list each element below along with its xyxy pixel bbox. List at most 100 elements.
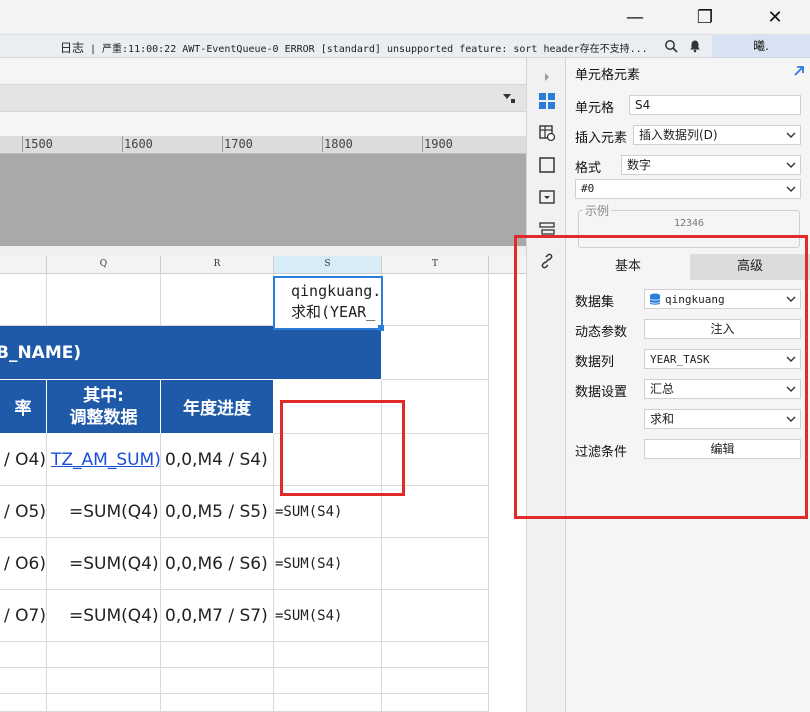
- formula-cell[interactable]: =SUM(S4): [274, 538, 382, 590]
- formula-cell-link[interactable]: TZ_AM_SUM): [47, 434, 161, 486]
- inject-button[interactable]: 注入: [644, 319, 801, 339]
- grid-cell[interactable]: [382, 668, 489, 694]
- minimize-button[interactable]: —: [612, 0, 658, 34]
- selected-cell-s4[interactable]: qingkuang. 求和(YEAR_: [273, 276, 383, 330]
- grid-cell[interactable]: [382, 590, 489, 642]
- dataset-select[interactable]: qingkuang: [644, 289, 801, 309]
- grid-cell[interactable]: [0, 274, 47, 326]
- grid-cell[interactable]: [382, 538, 489, 590]
- expand-arrow-icon[interactable]: [538, 68, 556, 86]
- example-box: 示例 12346: [578, 202, 800, 248]
- ruler-label: 1500: [24, 137, 53, 151]
- data-column-select[interactable]: YEAR_TASK: [644, 349, 801, 369]
- header-cell-q[interactable]: 其中: 调整数据: [47, 380, 161, 434]
- cell-attribute-icon[interactable]: [538, 124, 556, 142]
- formula-cell[interactable]: 0,0,M5 / S5): [161, 486, 274, 538]
- report-title-cell[interactable]: B_NAME): [0, 326, 382, 380]
- formula-cell[interactable]: / O7): [0, 590, 47, 642]
- grid-cell[interactable]: [0, 642, 47, 668]
- grid-cell[interactable]: [382, 486, 489, 538]
- data-setting-select[interactable]: 汇总: [644, 379, 801, 399]
- formula-cell[interactable]: 0,0,M4 / S4): [161, 434, 274, 486]
- dataset-label: 数据集: [575, 295, 615, 310]
- formula-cell[interactable]: / O6): [0, 538, 47, 590]
- widget-icon[interactable]: [538, 188, 556, 206]
- column-header-q[interactable]: Q: [47, 256, 161, 273]
- formula-cell[interactable]: 0,0,M6 / S6): [161, 538, 274, 590]
- grid-cell[interactable]: [161, 694, 274, 712]
- ruler-label: 1600: [124, 137, 153, 151]
- header-cell-p[interactable]: 率: [0, 380, 47, 434]
- log-label[interactable]: 日志: [60, 39, 84, 56]
- search-icon[interactable]: [664, 39, 678, 53]
- grid-cell[interactable]: [161, 668, 274, 694]
- header-cell-r[interactable]: 年度进度: [161, 380, 274, 434]
- insert-element-select[interactable]: 插入数据列(D): [633, 125, 801, 145]
- tab-advanced[interactable]: 高级: [690, 254, 810, 280]
- grid-cell[interactable]: [274, 380, 382, 434]
- grid-cell[interactable]: [47, 694, 161, 712]
- chevron-down-icon: [786, 162, 796, 168]
- grid-cell[interactable]: [382, 380, 489, 434]
- condition-icon[interactable]: [538, 220, 556, 238]
- grid-cell[interactable]: [161, 274, 274, 326]
- grid-cell[interactable]: [382, 642, 489, 668]
- formula-cell[interactable]: / O5): [0, 486, 47, 538]
- formula-cell[interactable]: =SUM(Q4): [47, 590, 161, 642]
- cell-name-input[interactable]: S4: [629, 95, 801, 115]
- grid-cell[interactable]: [47, 274, 161, 326]
- formula-cell[interactable]: =SUM(S4): [274, 590, 382, 642]
- grid-cell[interactable]: [47, 642, 161, 668]
- filter-label: 过滤条件: [575, 445, 628, 460]
- grid-cell[interactable]: [382, 326, 489, 380]
- chevron-down-icon: [786, 186, 796, 192]
- ruler-tick: [122, 136, 123, 152]
- grid-cell[interactable]: [274, 694, 382, 712]
- formula-cell[interactable]: / O4): [0, 434, 47, 486]
- maximize-button[interactable]: ❐: [682, 0, 728, 34]
- close-button[interactable]: ✕: [752, 0, 798, 34]
- ruler-label: 1900: [424, 137, 453, 151]
- formula-cell[interactable]: 0,0,M7 / S7): [161, 590, 274, 642]
- style-icon[interactable]: [538, 156, 556, 174]
- grid-cell[interactable]: [47, 668, 161, 694]
- toolbar-dropdown-icon[interactable]: [502, 91, 516, 105]
- formula-cell[interactable]: =SUM(Q4): [47, 538, 161, 590]
- column-header-t[interactable]: T: [382, 256, 489, 273]
- chevron-down-icon: [786, 386, 796, 392]
- example-label: 示例: [583, 202, 612, 219]
- fill-handle[interactable]: [378, 325, 384, 331]
- user-badge[interactable]: 曦.: [712, 35, 810, 57]
- grid-cell[interactable]: [274, 668, 382, 694]
- property-panel: 单元格元素 单元格 S4 插入元素 插入数据列(D) 格式 数字 #0 示例 1…: [566, 58, 810, 712]
- column-header-p[interactable]: [0, 256, 47, 273]
- dock-icon[interactable]: [792, 64, 806, 78]
- cell-element-icon[interactable]: [538, 92, 556, 110]
- format-select[interactable]: 数字: [621, 155, 801, 175]
- side-icon-rail: [526, 58, 566, 712]
- aggregate-select[interactable]: 求和: [644, 409, 801, 429]
- pattern-select[interactable]: #0: [575, 179, 801, 199]
- column-header-s[interactable]: S: [274, 256, 382, 273]
- grid-cell[interactable]: [161, 642, 274, 668]
- cell-label: 单元格: [575, 101, 615, 116]
- bell-icon[interactable]: [688, 39, 702, 53]
- grid-cell[interactable]: [0, 694, 47, 712]
- example-value: 12346: [673, 218, 705, 229]
- data-setting-label: 数据设置: [575, 385, 628, 400]
- hyperlink-icon[interactable]: [538, 252, 556, 270]
- log-message: | 严重:11:00:22 AWT-EventQueue-0 ERROR [st…: [90, 44, 648, 55]
- tab-basic[interactable]: 基本: [566, 254, 690, 280]
- column-header-r[interactable]: R: [161, 256, 274, 273]
- grid-cell[interactable]: [382, 274, 489, 326]
- edit-filter-button[interactable]: 编辑: [644, 439, 801, 459]
- formula-cell[interactable]: =SUM(S4): [274, 486, 382, 538]
- ruler: 1500 1600 1700 1800 1900: [0, 136, 526, 154]
- formula-cell[interactable]: =SUM(Q4): [47, 486, 161, 538]
- grid-cell[interactable]: [0, 668, 47, 694]
- grid-cell[interactable]: [382, 694, 489, 712]
- ruler-tick: [22, 136, 23, 152]
- grid-cell[interactable]: [382, 434, 489, 486]
- grid-cell[interactable]: [274, 434, 382, 486]
- grid-cell[interactable]: [274, 642, 382, 668]
